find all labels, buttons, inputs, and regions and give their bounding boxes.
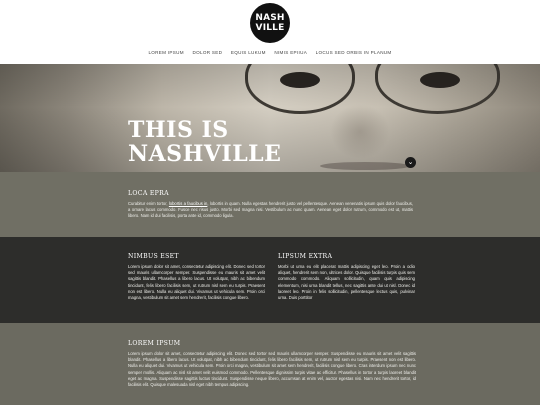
section-1-text: Curabitur enim tortor, lobortis a faucib… (128, 201, 413, 220)
nav-item-dolor-sed[interactable]: DOLOR SED (192, 50, 222, 55)
nav-item-equis-lukum[interactable]: EQUIS LUKUM (231, 50, 266, 55)
section-3-title: LOREM IPSUM (128, 340, 181, 347)
section-2-left-title: NIMBUS ESET (128, 253, 179, 260)
nav-item-lorem-ipsum[interactable]: LOREM IPSUM (148, 50, 183, 55)
site-header: NASH VILLE LOREM IPSUM DOLOR SED EQUIS L… (0, 0, 540, 64)
logo-line-1: NASH (255, 13, 285, 23)
scroll-down-button[interactable]: ⌄ (405, 157, 416, 168)
hero-title-line-2: NASHVILLE (128, 141, 282, 167)
section-3-text: Lorem ipsum dolor sit amet, consectetur … (128, 351, 416, 388)
chevron-down-icon: ⌄ (407, 159, 414, 166)
section-2-right-text: Morbi ut urna eu elit placerat mattis ad… (278, 264, 415, 301)
hero-title-line-1: THIS IS (128, 117, 229, 143)
nav-item-locus-sed[interactable]: LOCUS SED ORBIS IN PLANUM (316, 50, 392, 55)
section-2-left-text: Lorem ipsum dolor sit amet, consectetur … (128, 264, 265, 301)
section-1-link[interactable]: lobortis a faucibus in (169, 201, 208, 206)
section-two-columns (0, 237, 540, 323)
logo-line-2: VILLE (255, 23, 285, 33)
section-1-title: LOCA EPRA (128, 190, 169, 197)
section-1-text-start: Curabitur enim tortor, (128, 201, 169, 206)
hero-title: THIS IS NASHVILLE (128, 118, 281, 166)
nav-item-nimis-epiiua[interactable]: NIMIS EPIIUA (274, 50, 307, 55)
site-logo[interactable]: NASH VILLE (250, 3, 290, 43)
main-nav: LOREM IPSUM DOLOR SED EQUIS LUKUM NIMIS … (0, 50, 540, 55)
section-2-right-title: LIPSUM EXTRA (278, 253, 333, 260)
